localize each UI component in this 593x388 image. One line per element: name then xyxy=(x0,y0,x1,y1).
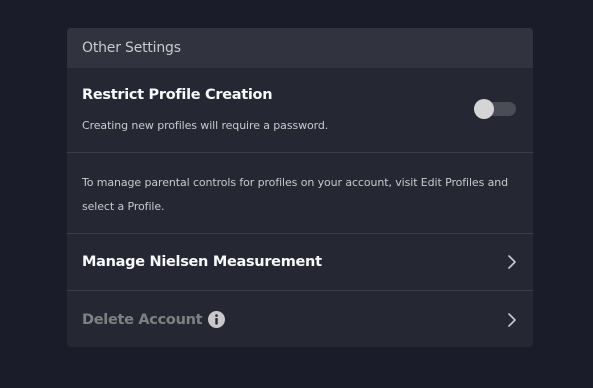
restrict-profile-description: Creating new profiles will require a pas… xyxy=(82,119,329,132)
manage-nielsen-row[interactable]: Manage Nielsen Measurement xyxy=(67,234,533,291)
parental-controls-section: To manage parental controls for profiles… xyxy=(67,153,533,234)
restrict-profile-section: Restrict Profile Creation Creating new p… xyxy=(67,68,533,153)
info-icon[interactable] xyxy=(208,311,226,328)
restrict-profile-title: Restrict Profile Creation xyxy=(82,87,273,103)
chevron-right-icon xyxy=(508,312,516,327)
parental-controls-text: To manage parental controls for profiles… xyxy=(82,176,509,213)
manage-nielsen-label: Manage Nielsen Measurement xyxy=(82,254,322,270)
restrict-profile-toggle[interactable] xyxy=(474,99,517,119)
toggle-knob xyxy=(474,99,494,119)
delete-account-row[interactable]: Delete Account xyxy=(67,291,533,347)
panel-title: Other Settings xyxy=(67,28,533,68)
delete-account-label: Delete Account xyxy=(82,311,203,328)
chevron-right-icon xyxy=(508,255,516,269)
other-settings-panel: Other Settings Restrict Profile Creation… xyxy=(67,28,533,347)
